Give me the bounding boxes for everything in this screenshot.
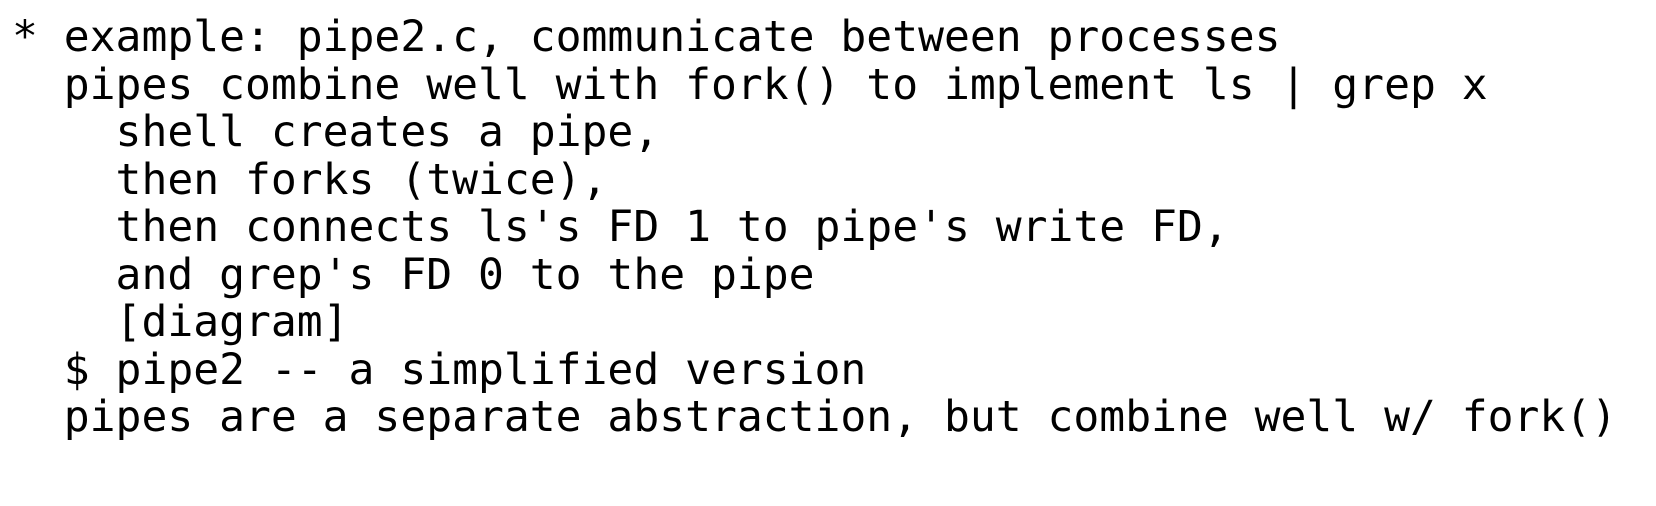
note-line-shell-command-pipe2: $ pipe2 -- a simplified version	[12, 344, 867, 395]
note-line-shell-creates-pipe: shell creates a pipe,	[12, 107, 660, 157]
notes-canvas: * example: pipe2.c, communicate between …	[0, 0, 1656, 506]
note-line-diagram-placeholder: [diagram]	[12, 297, 349, 347]
note-line-bullet-example: * example: pipe2.c, communicate between …	[12, 12, 1281, 62]
note-line-grep-fd0: and grep's FD 0 to the pipe	[12, 249, 815, 300]
note-line-connects-ls-fd1: then connects ls's FD 1 to pipe's write …	[12, 202, 1229, 252]
notes-text-block: * example: pipe2.c, communicate between …	[12, 12, 1652, 442]
note-line-pipes-separate-abstraction: pipes are a separate abstraction, but co…	[12, 392, 1618, 442]
note-line-pipes-combine-fork: pipes combine well with fork() to implem…	[12, 59, 1488, 110]
note-line-then-forks-twice: then forks (twice),	[12, 154, 608, 205]
